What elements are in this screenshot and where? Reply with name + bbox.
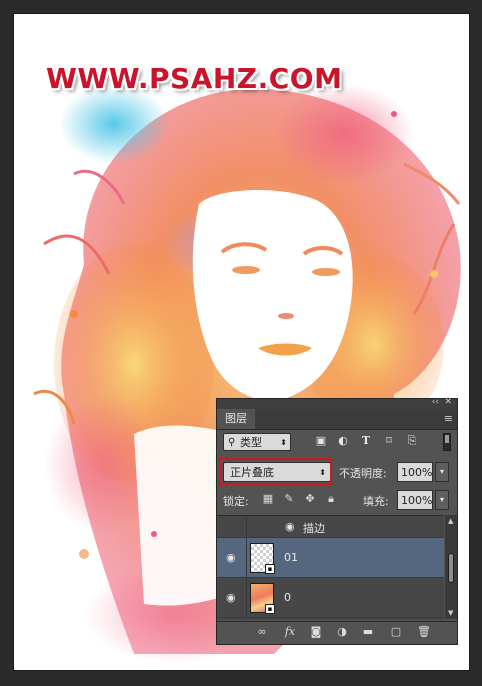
blend-mode-value: 正片叠底 (230, 466, 274, 479)
opacity-dropdown-icon[interactable]: ▾ (435, 462, 449, 482)
type-filter-icon[interactable]: T (360, 435, 372, 447)
opacity-input[interactable]: 100% (397, 462, 433, 482)
updown-arrow-icon: ⬍ (280, 438, 287, 447)
layer-row-0[interactable]: ◉ ▪ 0 (217, 578, 444, 618)
group-icon[interactable]: ▬ (361, 625, 375, 639)
layers-panel: ‹‹ ✕ 图层 ≡ ⚲ 类型 ⬍ ▣ ◐ T ⌑ ⎘ 正片叠底 ⬍ 不透明度: … (216, 397, 458, 645)
panel-top-strip: ‹‹ ✕ (217, 397, 457, 409)
lock-brush-icon[interactable]: ✎ (283, 493, 295, 505)
filter-row: ⚲ 类型 ⬍ ▣ ◐ T ⌑ ⎘ (217, 431, 457, 455)
adjustment-filter-icon[interactable]: ◐ (337, 435, 349, 447)
lock-transparent-icon[interactable]: ▦ (262, 493, 274, 505)
panel-tab-bar: 图层 ≡ (217, 409, 457, 430)
layer-effect-row[interactable]: ◉ 描边 (217, 516, 444, 538)
panel-bottom-bar: ∞ fx ◙ ◑ ▬ ▢ 🗑︎ (217, 621, 457, 644)
mask-icon[interactable]: ◙ (309, 625, 323, 639)
scroll-thumb[interactable] (448, 553, 454, 583)
smart-object-filter-icon[interactable]: ⎘ (406, 435, 418, 447)
layer-visibility-toggle[interactable]: ◉ (217, 538, 247, 577)
panel-menu-icon[interactable]: ≡ (444, 412, 453, 425)
layer-thumbnail: ▪ (250, 583, 275, 614)
smart-object-icon: ▪ (265, 564, 275, 574)
effect-visibility-column (217, 516, 247, 537)
lock-move-icon[interactable]: ✥ (304, 493, 316, 505)
tab-layers[interactable]: 图层 (217, 409, 255, 429)
smart-object-icon: ▪ (265, 604, 275, 614)
shape-filter-icon[interactable]: ⌑ (383, 435, 395, 447)
layer-list-scrollbar[interactable]: ▲ ▼ (445, 515, 457, 619)
eye-icon: ◉ (226, 550, 236, 564)
layer-row-01[interactable]: ◉ ▪ 01 (217, 538, 444, 578)
blend-mode-select[interactable]: 正片叠底 ⬍ (223, 462, 331, 482)
search-icon: ⚲ (228, 437, 236, 448)
eye-icon[interactable]: ◉ (285, 520, 295, 533)
eye-icon: ◉ (226, 590, 236, 604)
updown-arrow-icon: ⬍ (319, 468, 326, 477)
effect-name: 描边 (303, 522, 325, 535)
layer-list: ◉ 描边 ◉ ▪ 01 ◉ ▪ 0 (217, 515, 444, 620)
layer-thumbnail: ▪ (250, 543, 275, 574)
opacity-label: 不透明度: (339, 467, 387, 480)
filter-kind-select[interactable]: ⚲ 类型 ⬍ (223, 433, 291, 451)
lock-label: 锁定: (223, 495, 249, 508)
scroll-down-icon[interactable]: ▼ (448, 609, 453, 617)
fx-icon[interactable]: fx (283, 625, 297, 639)
double-arrow-icon[interactable]: ‹‹ (432, 397, 439, 407)
trash-icon[interactable]: 🗑︎ (417, 625, 431, 639)
lock-row: 锁定: ▦ ✎ ✥ 🔒︎ 填充: 100% ▾ (217, 489, 457, 513)
scroll-up-icon[interactable]: ▲ (448, 517, 453, 525)
close-icon[interactable]: ✕ (444, 397, 452, 407)
layer-name[interactable]: 0 (284, 591, 291, 604)
filter-toggle[interactable] (443, 433, 451, 451)
filter-kind-label: 类型 (240, 436, 262, 449)
fill-dropdown-icon[interactable]: ▾ (435, 490, 449, 510)
new-layer-icon[interactable]: ▢ (389, 625, 403, 639)
layer-visibility-toggle[interactable]: ◉ (217, 578, 247, 617)
image-filter-icon[interactable]: ▣ (315, 435, 327, 447)
watermark-text: WWW.PSAHZ.COM (46, 62, 343, 95)
adjustment-icon[interactable]: ◑ (335, 625, 349, 639)
fill-label: 填充: (363, 495, 389, 508)
link-icon[interactable]: ∞ (255, 625, 269, 639)
layer-name[interactable]: 01 (284, 551, 298, 564)
fill-input[interactable]: 100% (397, 490, 433, 510)
blend-row: 正片叠底 ⬍ 不透明度: 100% ▾ (217, 458, 457, 485)
lock-all-icon[interactable]: 🔒︎ (325, 493, 337, 505)
